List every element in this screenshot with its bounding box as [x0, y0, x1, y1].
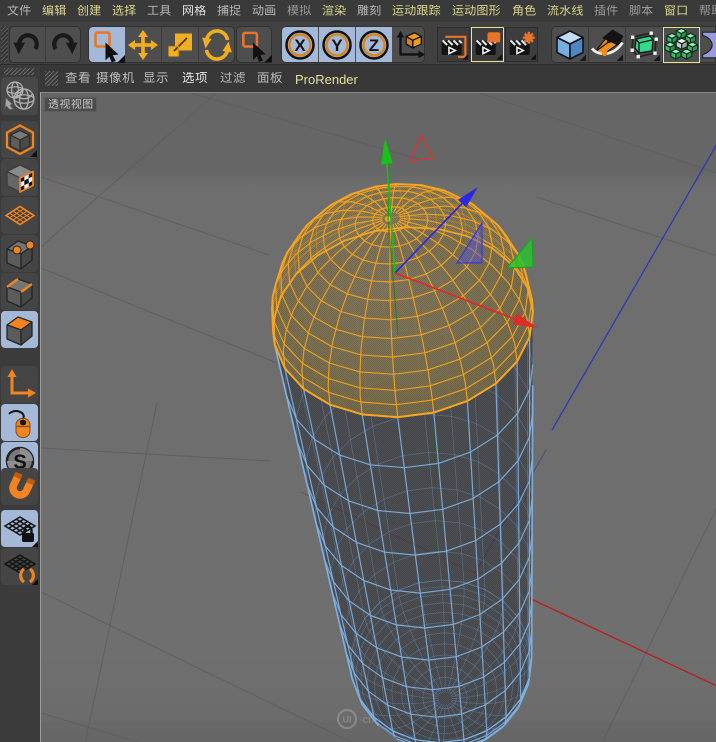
svg-text:X: X [294, 36, 306, 55]
svg-text:Y: Y [331, 36, 343, 55]
svg-text:Z: Z [369, 36, 379, 55]
svg-text:UI: UI [343, 715, 352, 725]
svg-text:·cn: ·cn [359, 714, 374, 726]
